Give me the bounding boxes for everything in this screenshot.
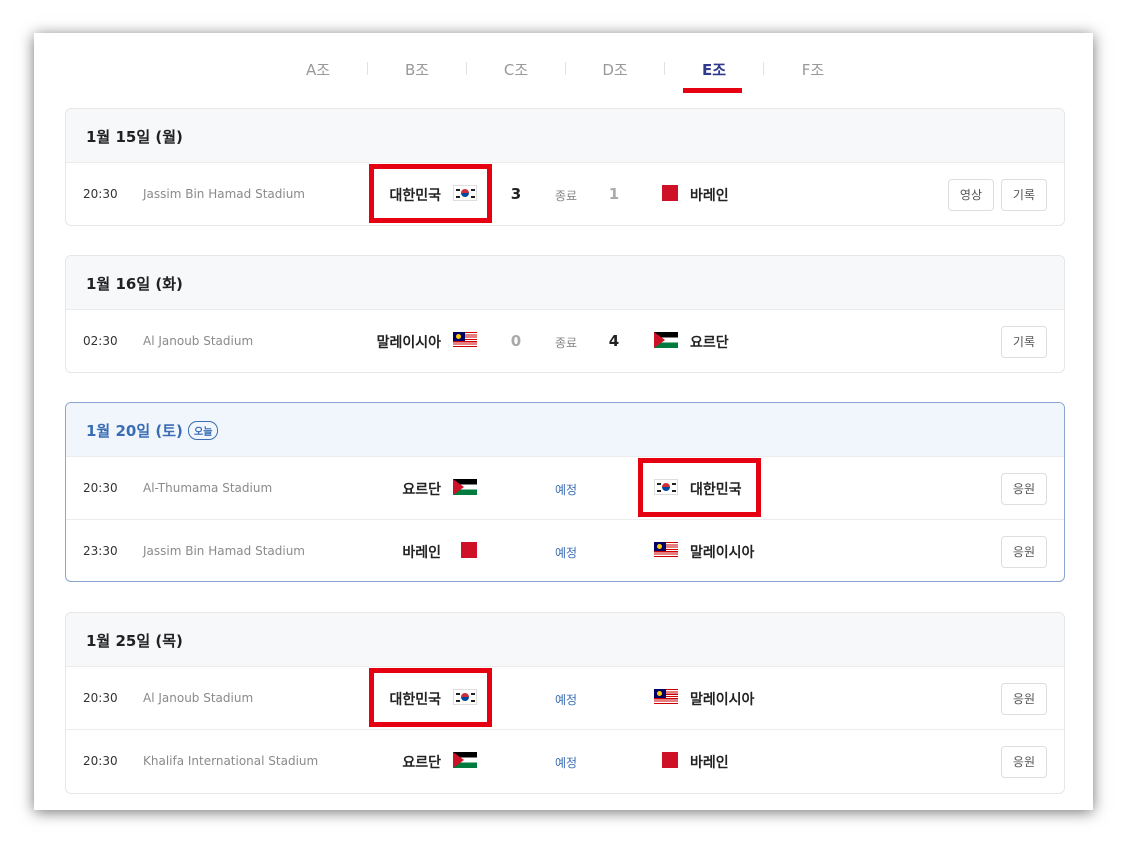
match-row[interactable]: 23:30 Jassim Bin Hamad Stadium 바레인 예정 말레… bbox=[66, 520, 1064, 581]
match-date: 1월 20일 (토) bbox=[86, 422, 183, 440]
away-team: 대한민국 bbox=[690, 482, 742, 498]
tab-group-a[interactable]: A조 bbox=[278, 59, 358, 80]
stadium-name: Jassim Bin Hamad Stadium bbox=[143, 187, 305, 201]
cheer-button[interactable]: 응원 bbox=[1000, 473, 1047, 505]
day-header: 1월 20일 (토) 오늘 bbox=[66, 403, 1064, 457]
home-team: 대한민국 bbox=[389, 692, 441, 708]
cheer-button[interactable]: 응원 bbox=[1000, 746, 1047, 778]
match-status: 예정 bbox=[554, 483, 578, 497]
match-time: 20:30 bbox=[83, 481, 118, 495]
tab-group-f[interactable]: F조 bbox=[773, 59, 853, 80]
bahrain-flag-icon bbox=[654, 185, 678, 201]
home-score: 3 bbox=[510, 185, 522, 203]
match-status: 종료 bbox=[554, 189, 578, 203]
day-header: 1월 25일 (목) bbox=[66, 613, 1064, 667]
home-team: 바레인 bbox=[402, 545, 441, 561]
tab-group-c[interactable]: C조 bbox=[476, 59, 556, 80]
bahrain-flag-icon bbox=[654, 752, 678, 768]
match-status: 예정 bbox=[554, 546, 578, 560]
match-time: 20:30 bbox=[83, 754, 118, 768]
day-group-today: 1월 20일 (토) 오늘 20:30 Al-Thumama Stadium 요… bbox=[65, 402, 1065, 582]
home-score: 0 bbox=[510, 332, 522, 350]
match-status: 예정 bbox=[554, 693, 578, 707]
match-date: 1월 16일 (화) bbox=[86, 275, 183, 293]
away-team: 바레인 bbox=[690, 188, 729, 204]
active-tab-underline bbox=[683, 88, 742, 93]
day-group: 1월 15일 (월) 20:30 Jassim Bin Hamad Stadiu… bbox=[65, 108, 1065, 226]
match-date: 1월 15일 (월) bbox=[86, 128, 183, 146]
jordan-flag-icon bbox=[654, 332, 678, 348]
malaysia-flag-icon bbox=[654, 689, 678, 705]
match-time: 20:30 bbox=[83, 187, 118, 201]
jordan-flag-icon bbox=[453, 479, 477, 495]
away-team: 말레이시아 bbox=[690, 545, 755, 561]
korea-flag-icon bbox=[453, 185, 477, 201]
korea-flag-icon bbox=[453, 689, 477, 705]
stadium-name: Al Janoub Stadium bbox=[143, 691, 254, 705]
away-score: 4 bbox=[608, 332, 620, 350]
home-team: 요르단 bbox=[402, 755, 441, 771]
today-badge: 오늘 bbox=[188, 421, 219, 440]
tab-divider bbox=[763, 62, 764, 75]
cheer-button[interactable]: 응원 bbox=[1000, 536, 1047, 568]
tab-divider bbox=[466, 62, 467, 75]
tab-group-e[interactable]: E조 bbox=[674, 59, 754, 80]
korea-flag-icon bbox=[654, 479, 678, 495]
match-status: 예정 bbox=[554, 756, 578, 770]
malaysia-flag-icon bbox=[654, 542, 678, 558]
match-date: 1월 25일 (목) bbox=[86, 632, 183, 650]
away-score: 1 bbox=[608, 185, 620, 203]
group-tabs: A조 B조 C조 D조 E조 F조 bbox=[34, 33, 1093, 103]
match-row[interactable]: 20:30 Al Janoub Stadium 대한민국 예정 말레이시아 응원 bbox=[66, 667, 1064, 730]
jordan-flag-icon bbox=[453, 752, 477, 768]
record-button[interactable]: 기록 bbox=[1000, 326, 1047, 358]
home-team: 대한민국 bbox=[389, 188, 441, 204]
day-group: 1월 16일 (화) 02:30 Al Janoub Stadium 말레이시아… bbox=[65, 255, 1065, 373]
home-team: 요르단 bbox=[402, 482, 441, 498]
match-row[interactable]: 20:30 Jassim Bin Hamad Stadium 대한민국 3 종료… bbox=[66, 163, 1064, 225]
cheer-button[interactable]: 응원 bbox=[1000, 683, 1047, 715]
record-button[interactable]: 기록 bbox=[1000, 179, 1047, 211]
tab-group-d[interactable]: D조 bbox=[575, 59, 655, 80]
tab-group-b[interactable]: B조 bbox=[377, 59, 457, 80]
match-row[interactable]: 02:30 Al Janoub Stadium 말레이시아 0 종료 4 요르단… bbox=[66, 310, 1064, 372]
schedule-card: A조 B조 C조 D조 E조 F조 1월 15일 (월) 20:30 Jassi… bbox=[34, 33, 1093, 810]
tab-divider bbox=[664, 62, 665, 75]
stadium-name: Al-Thumama Stadium bbox=[143, 481, 273, 495]
day-header: 1월 16일 (화) bbox=[66, 256, 1064, 310]
match-time: 02:30 bbox=[83, 334, 118, 348]
match-status: 종료 bbox=[554, 336, 578, 350]
match-time: 20:30 bbox=[83, 691, 118, 705]
tab-divider bbox=[565, 62, 566, 75]
malaysia-flag-icon bbox=[453, 332, 477, 348]
away-team: 바레인 bbox=[690, 755, 729, 771]
home-team: 말레이시아 bbox=[376, 335, 441, 351]
tab-divider bbox=[367, 62, 368, 75]
away-team: 말레이시아 bbox=[690, 692, 755, 708]
match-row[interactable]: 20:30 Khalifa International Stadium 요르단 … bbox=[66, 730, 1064, 792]
day-group: 1월 25일 (목) 20:30 Al Janoub Stadium 대한민국 … bbox=[65, 612, 1065, 794]
away-team: 요르단 bbox=[690, 335, 729, 351]
stadium-name: Al Janoub Stadium bbox=[143, 334, 254, 348]
match-time: 23:30 bbox=[83, 544, 118, 558]
day-header: 1월 15일 (월) bbox=[66, 109, 1064, 163]
stadium-name: Jassim Bin Hamad Stadium bbox=[143, 544, 305, 558]
bahrain-flag-icon bbox=[453, 542, 477, 558]
stadium-name: Khalifa International Stadium bbox=[143, 754, 319, 768]
video-button[interactable]: 영상 bbox=[947, 179, 994, 211]
match-row[interactable]: 20:30 Al-Thumama Stadium 요르단 예정 대한민국 응원 bbox=[66, 457, 1064, 520]
